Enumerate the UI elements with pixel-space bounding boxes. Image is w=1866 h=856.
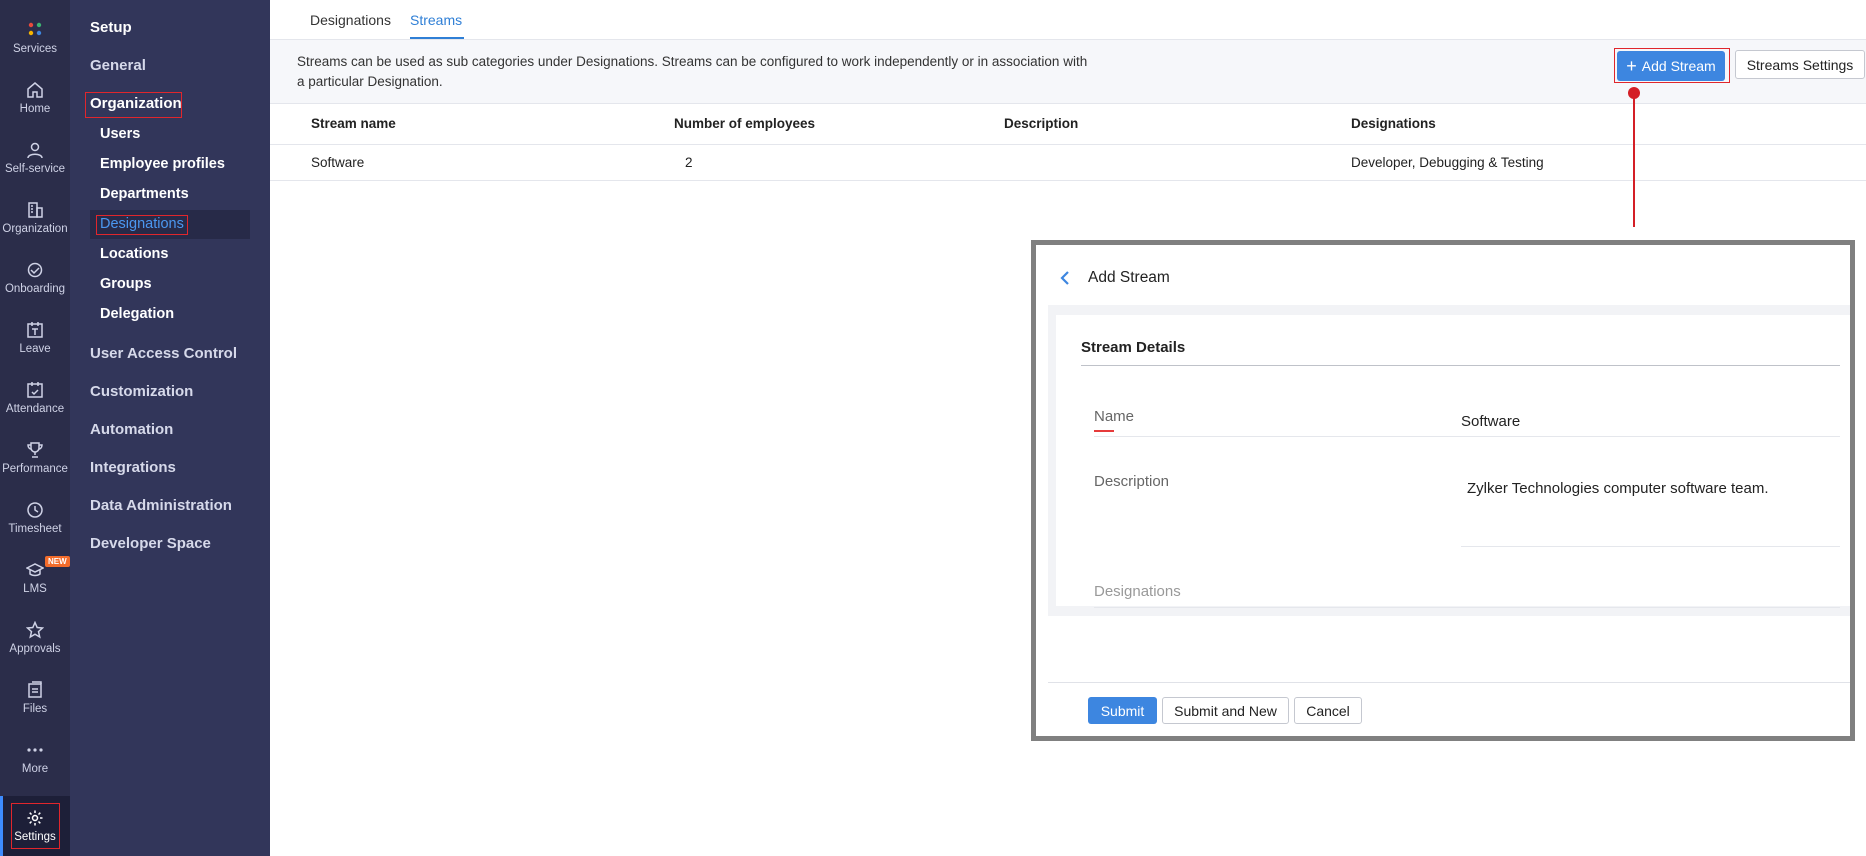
column-header-stream-name[interactable]: Stream name xyxy=(311,116,396,131)
rail-performance[interactable]: Performance xyxy=(0,428,70,488)
rail-label: Home xyxy=(19,103,51,115)
trophy-icon xyxy=(27,442,43,458)
rail-label: Onboarding xyxy=(4,283,66,295)
menu-employee-profiles[interactable]: Employee profiles xyxy=(100,156,225,172)
dialog-title: Add Stream xyxy=(1088,269,1170,286)
menu-user-access-control[interactable]: User Access Control xyxy=(90,345,237,362)
streams-info-text: Streams can be used as sub categories un… xyxy=(297,54,1088,89)
tab-designations[interactable]: Designations xyxy=(310,12,391,28)
menu-departments[interactable]: Departments xyxy=(100,186,189,202)
star-icon xyxy=(26,621,44,639)
handshake-icon xyxy=(27,262,43,278)
designations-label: Designations xyxy=(1094,583,1181,600)
name-label: Name xyxy=(1094,408,1135,425)
rail-label: Services xyxy=(12,43,58,55)
section-title: Stream Details xyxy=(1081,339,1186,356)
name-field-line xyxy=(1094,436,1840,437)
column-header-number-of-employees[interactable]: Number of employees xyxy=(674,116,815,131)
table-cell-employees: 2 xyxy=(685,155,693,170)
annotation-connector-dot xyxy=(1628,87,1640,99)
rail-self-service[interactable]: Self-service xyxy=(0,128,70,188)
rail-organization[interactable]: Organization xyxy=(0,188,70,248)
menu-setup[interactable]: Setup xyxy=(90,19,132,36)
ellipsis-icon xyxy=(27,748,43,752)
rail-services[interactable]: Services xyxy=(0,8,70,68)
rail-approvals[interactable]: Approvals xyxy=(0,608,70,668)
rail-home[interactable]: Home xyxy=(0,68,70,128)
section-divider xyxy=(1081,365,1840,366)
menu-delegation[interactable]: Delegation xyxy=(100,306,174,322)
clock-icon xyxy=(27,502,43,518)
column-header-designations[interactable]: Designations xyxy=(1351,116,1436,131)
menu-general[interactable]: General xyxy=(90,57,146,74)
name-field[interactable]: Software xyxy=(1461,413,1520,430)
add-stream-dialog: Add Stream Stream Details Name Software … xyxy=(1031,240,1855,741)
back-chevron-icon[interactable] xyxy=(1058,270,1072,286)
stream-details-card xyxy=(1056,315,1850,606)
rail-settings[interactable]: Settings xyxy=(0,796,70,856)
rail-label: Timesheet xyxy=(8,523,62,535)
rail-label: Files xyxy=(22,703,48,715)
description-field[interactable]: Zylker Technologies computer software te… xyxy=(1467,480,1769,497)
description-label: Description xyxy=(1094,473,1170,490)
services-icon xyxy=(28,22,42,36)
required-indicator xyxy=(1094,430,1114,432)
rail-label: More xyxy=(21,763,49,775)
menu-integrations[interactable]: Integrations xyxy=(90,459,176,476)
calendar-t-icon xyxy=(27,322,43,338)
dialog-footer-divider xyxy=(1048,682,1850,683)
description-field-line xyxy=(1461,546,1840,547)
building-icon xyxy=(28,202,43,218)
rail-lms[interactable]: NEW LMS xyxy=(0,548,70,608)
rail-leave[interactable]: Leave xyxy=(0,308,70,368)
user-icon xyxy=(27,142,43,159)
rail-onboarding[interactable]: Onboarding xyxy=(0,248,70,308)
column-header-description[interactable]: Description xyxy=(1004,116,1078,131)
rail-more[interactable]: More xyxy=(0,728,70,788)
menu-organization[interactable]: Organization xyxy=(90,95,182,112)
menu-designations[interactable]: Designations xyxy=(100,216,184,232)
rail-label: Performance xyxy=(2,463,68,475)
annotation-connector-line xyxy=(1633,92,1635,227)
menu-customization[interactable]: Customization xyxy=(90,383,193,400)
rail-label: Leave xyxy=(19,343,51,355)
menu-users[interactable]: Users xyxy=(100,126,140,142)
rail-timesheet[interactable]: Timesheet xyxy=(0,488,70,548)
menu-data-administration[interactable]: Data Administration xyxy=(90,497,232,514)
add-stream-highlight xyxy=(1614,48,1730,83)
tab-bar: Designations Streams xyxy=(270,0,1866,40)
rail-label: Self-service xyxy=(4,163,66,175)
rail-files[interactable]: Files xyxy=(0,668,70,728)
table-cell-stream-name[interactable]: Software xyxy=(311,155,364,170)
graduation-cap-icon xyxy=(26,563,44,577)
tab-streams[interactable]: Streams xyxy=(410,12,462,28)
files-icon xyxy=(28,681,42,698)
settings-menu: Setup General Organization Users Employe… xyxy=(70,0,270,856)
table-cell-designations: Developer, Debugging & Testing xyxy=(1351,155,1544,170)
menu-locations[interactable]: Locations xyxy=(100,246,168,262)
tab-active-indicator xyxy=(410,37,464,39)
menu-automation[interactable]: Automation xyxy=(90,421,173,438)
rail-label: Attendance xyxy=(5,403,65,415)
table-header-divider xyxy=(270,144,1866,145)
menu-developer-space[interactable]: Developer Space xyxy=(90,535,211,552)
cancel-button[interactable]: Cancel xyxy=(1294,697,1362,724)
rail-label: LMS xyxy=(23,583,47,595)
streams-settings-button[interactable]: Streams Settings xyxy=(1735,50,1865,79)
submit-and-new-button[interactable]: Submit and New xyxy=(1162,697,1289,724)
calendar-check-icon xyxy=(27,382,43,398)
settings-highlight xyxy=(11,803,60,849)
table-row-divider xyxy=(270,180,1866,181)
menu-groups[interactable]: Groups xyxy=(100,276,152,292)
rail-label: Approvals xyxy=(9,643,61,655)
new-badge: NEW xyxy=(45,556,70,567)
rail-attendance[interactable]: Attendance xyxy=(0,368,70,428)
icon-rail: Services Home Self-service Organization … xyxy=(0,0,70,856)
designations-field-line[interactable] xyxy=(1094,607,1840,608)
home-icon xyxy=(27,82,43,98)
submit-button[interactable]: Submit xyxy=(1088,697,1157,724)
rail-label: Organization xyxy=(2,223,68,235)
